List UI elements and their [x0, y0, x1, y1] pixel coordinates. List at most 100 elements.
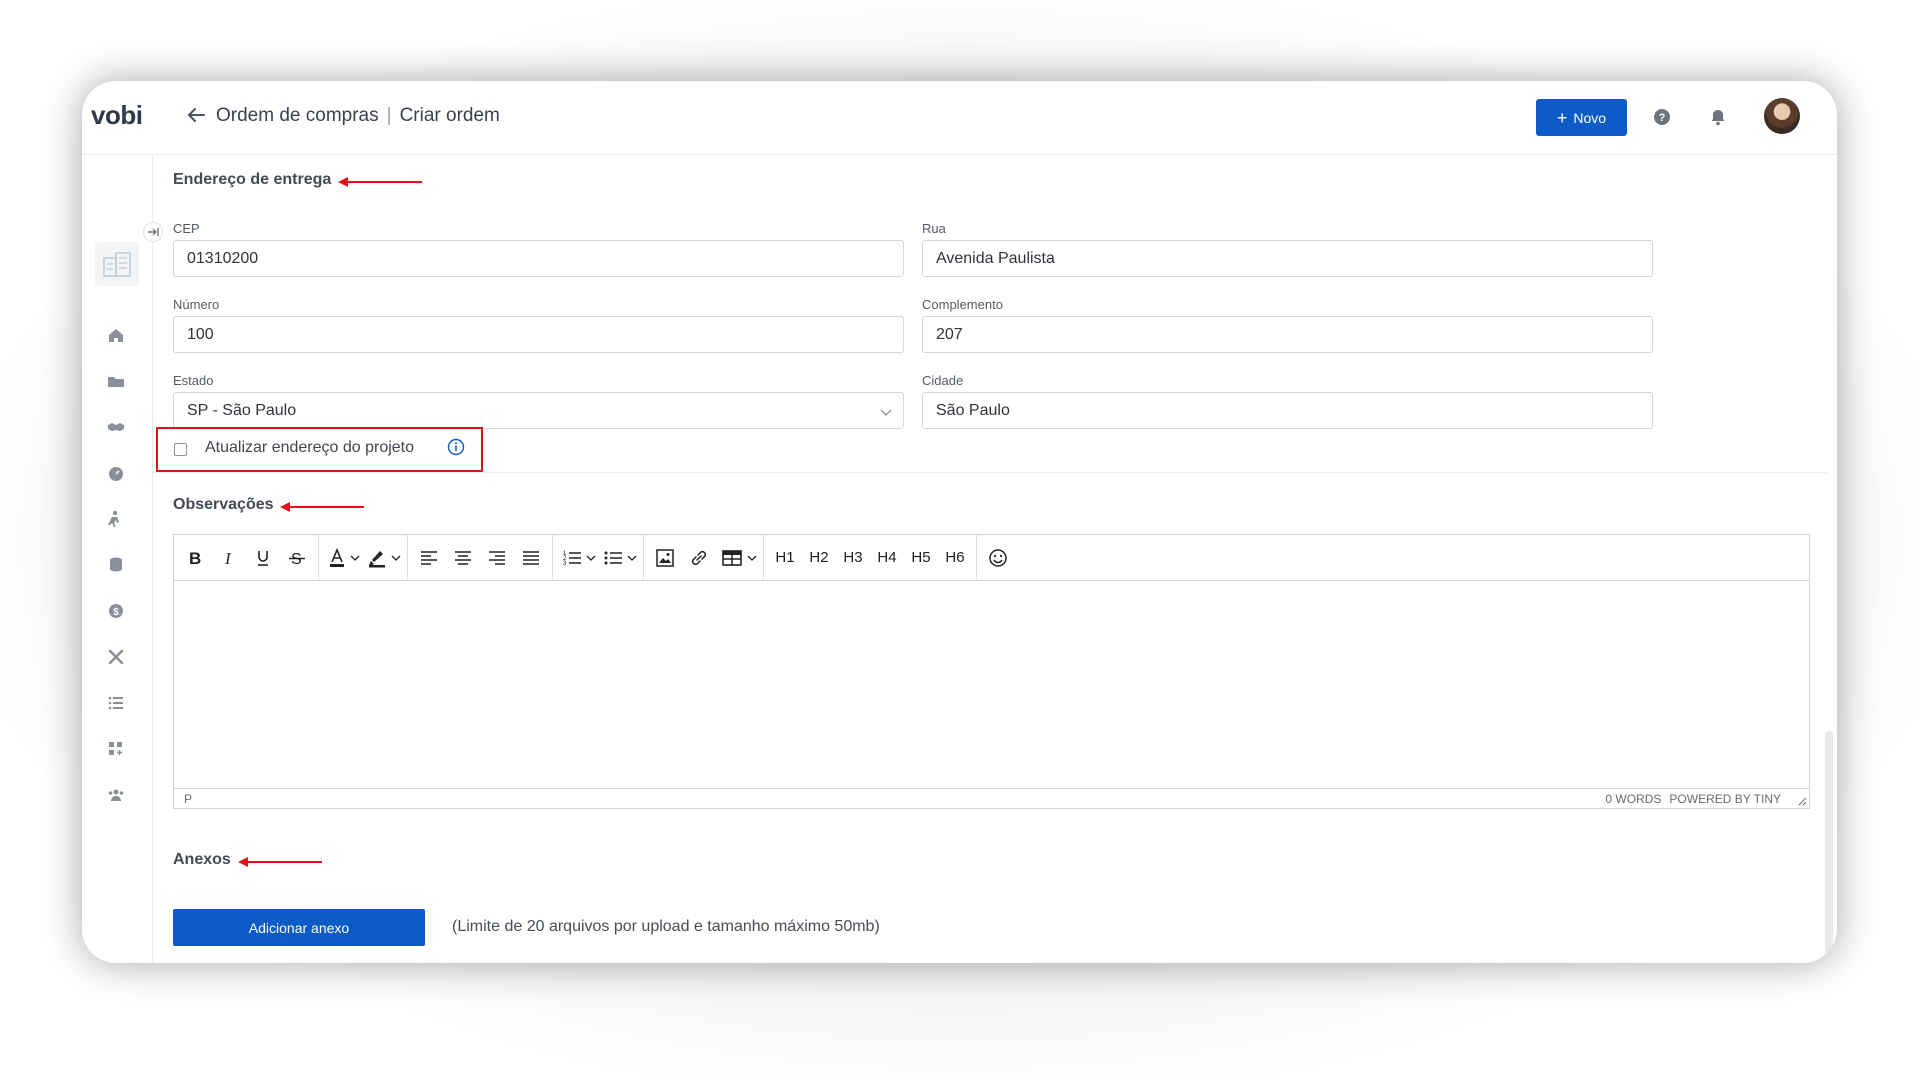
strikethrough-icon: S — [289, 551, 305, 567]
list-icon[interactable] — [106, 693, 126, 713]
chevron-down-icon — [391, 555, 401, 561]
section-divider — [153, 472, 1827, 473]
heading-2-button[interactable]: H2 — [802, 541, 836, 575]
estado-select[interactable]: SP - São Paulo — [173, 392, 904, 429]
chevron-down-icon — [586, 555, 596, 561]
align-left-button[interactable] — [412, 541, 446, 575]
cidade-input[interactable]: São Paulo — [922, 392, 1653, 429]
format-group: B I S — [174, 534, 319, 581]
highlighter-icon — [369, 550, 385, 567]
apps-add-icon[interactable] — [106, 739, 126, 759]
chevron-down-icon — [627, 555, 637, 561]
heading-group: H1 H2 H3 H4 H5 H6 — [764, 534, 977, 581]
folder-icon[interactable] — [106, 371, 126, 391]
cep-input[interactable]: 01310200 — [173, 240, 904, 277]
add-attachment-button[interactable]: Adicionar anexo — [173, 909, 425, 946]
heading-1-button[interactable]: H1 — [768, 541, 802, 575]
highlight-color-button[interactable] — [362, 541, 403, 575]
editor-content-area[interactable] — [174, 581, 1809, 789]
emoji-button[interactable] — [981, 541, 1015, 575]
italic-button[interactable]: I — [212, 541, 246, 575]
chevron-down-icon — [747, 555, 757, 561]
breadcrumb-parent[interactable]: Ordem de compras — [216, 105, 379, 127]
estado-select-value: SP - São Paulo — [187, 401, 297, 419]
new-button[interactable]: + Novo — [1536, 99, 1627, 136]
sidebar-collapse-button[interactable] — [143, 222, 163, 242]
back-arrow-icon[interactable] — [184, 103, 208, 127]
gauge-icon[interactable] — [106, 463, 126, 483]
word-count: 0 WORDS — [1605, 791, 1662, 806]
cidade-label: Cidade — [922, 373, 964, 388]
insert-table-button[interactable] — [716, 541, 759, 575]
handshake-icon[interactable] — [106, 417, 126, 437]
heading-4-button[interactable]: H4 — [870, 541, 904, 575]
link-icon — [691, 550, 707, 565]
attachments-section-title: Anexos — [173, 851, 231, 868]
chevron-down-icon — [350, 555, 360, 561]
vobi-logo[interactable]: vobi — [91, 100, 143, 131]
cep-label: CEP — [173, 221, 200, 236]
database-icon[interactable] — [106, 555, 126, 575]
tools-icon[interactable] — [106, 647, 126, 667]
rua-label: Rua — [922, 221, 946, 236]
rua-input[interactable]: Avenida Paulista — [922, 240, 1653, 277]
heading-5-button[interactable]: H5 — [904, 541, 938, 575]
project-thumbnail[interactable] — [95, 242, 139, 286]
underline-button[interactable] — [246, 541, 280, 575]
strikethrough-button[interactable]: S — [280, 541, 314, 575]
svg-text:B: B — [189, 549, 201, 567]
bell-icon[interactable] — [1708, 107, 1728, 127]
bold-button[interactable]: B — [178, 541, 212, 575]
resize-handle-icon[interactable] — [1797, 796, 1807, 806]
insert-image-button[interactable] — [648, 541, 682, 575]
breadcrumb-current: Criar ordem — [399, 105, 500, 126]
expand-arrow-icon — [148, 228, 159, 236]
list-group: 123 — [553, 534, 644, 581]
home-icon[interactable] — [106, 325, 126, 345]
table-icon — [722, 549, 742, 566]
bullet-list-button[interactable] — [598, 541, 639, 575]
info-icon[interactable] — [447, 438, 465, 456]
app-window: vobi Ordem de compras | Criar ordem + No… — [82, 81, 1837, 963]
estado-label: Estado — [173, 373, 214, 388]
worker-icon[interactable] — [106, 509, 126, 529]
attachment-limit-hint: (Limite de 20 arquivos por upload e tama… — [452, 918, 880, 935]
powered-by-tiny[interactable]: POWERED BY TINY — [1669, 792, 1781, 806]
top-header: vobi Ordem de compras | Criar ordem + No… — [82, 81, 1837, 155]
building-icon — [103, 252, 131, 277]
element-path[interactable]: P — [184, 792, 192, 806]
emoji-icon — [989, 548, 1007, 567]
heading-6-button[interactable]: H6 — [938, 541, 972, 575]
align-center-button[interactable] — [446, 541, 480, 575]
numero-input[interactable]: 100 — [173, 316, 904, 353]
text-color-button[interactable] — [323, 541, 362, 575]
italic-icon: I — [224, 549, 232, 567]
complemento-input[interactable]: 207 — [922, 316, 1653, 353]
emoji-group — [977, 535, 1019, 581]
align-justify-button[interactable] — [514, 541, 548, 575]
annotation-arrow — [280, 502, 364, 512]
editor-statusbar: P 0 WORDS POWERED BY TINY — [174, 788, 1809, 808]
align-center-icon — [455, 550, 471, 565]
numbered-list-icon: 123 — [563, 551, 581, 567]
help-icon[interactable]: ? — [1652, 107, 1672, 127]
svg-text:$: $ — [113, 607, 119, 618]
insert-link-button[interactable] — [682, 541, 716, 575]
text-color-icon — [330, 547, 344, 567]
dollar-icon[interactable]: $ — [106, 601, 126, 621]
user-avatar[interactable] — [1764, 98, 1800, 134]
svg-text:?: ? — [1659, 112, 1666, 124]
complemento-label: Complemento — [922, 297, 1003, 312]
plus-icon: + — [1556, 107, 1568, 128]
align-right-button[interactable] — [480, 541, 514, 575]
align-justify-icon — [523, 550, 539, 565]
team-icon[interactable] — [106, 785, 126, 805]
bold-icon: B — [189, 549, 201, 567]
update-project-address-checkbox[interactable] — [174, 443, 187, 456]
breadcrumb: Ordem de compras | Criar ordem — [216, 105, 500, 127]
new-button-label: Novo — [1573, 109, 1607, 126]
heading-3-button[interactable]: H3 — [836, 541, 870, 575]
update-project-address-label[interactable]: Atualizar endereço do projeto — [205, 439, 414, 457]
vertical-scrollbar[interactable] — [1825, 731, 1833, 961]
numbered-list-button[interactable]: 123 — [557, 541, 598, 575]
